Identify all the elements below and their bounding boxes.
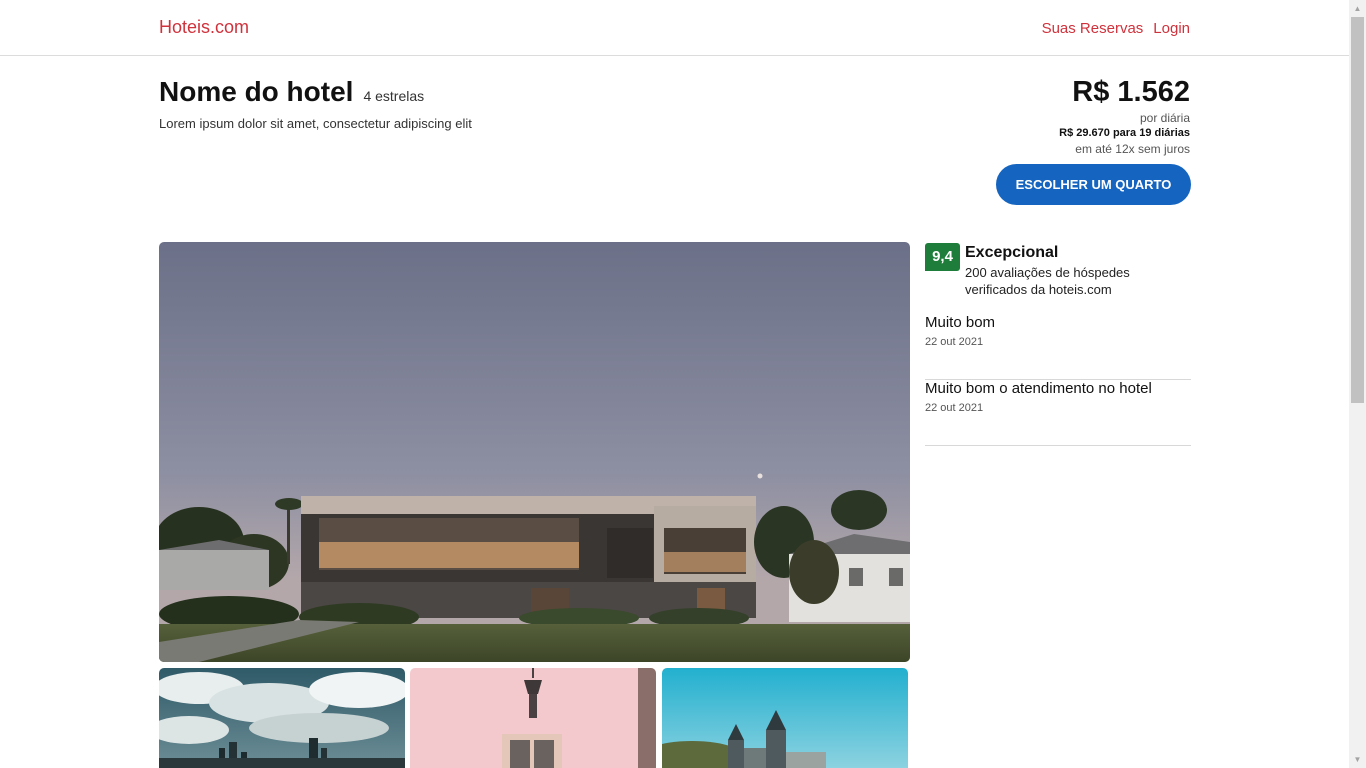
gallery-thumbnail-city[interactable] — [159, 668, 405, 768]
scroll-up-icon[interactable]: ▲ — [1349, 0, 1366, 17]
top-navbar: Hoteis.com Suas Reservas Login — [0, 0, 1349, 56]
hotel-stars: 4 estrelas — [363, 88, 425, 104]
rating-label: Excepcional — [965, 244, 1059, 261]
gallery-thumbnail-wall[interactable] — [410, 668, 656, 768]
rating-score-badge: 9,4 — [925, 243, 960, 271]
nav-reservations-link[interactable]: Suas Reservas — [1042, 20, 1144, 37]
installments-label: em até 12x sem juros — [1075, 142, 1190, 156]
total-price: R$ 29.670 para 19 diárias — [1059, 127, 1190, 139]
gallery-thumbnail-church[interactable] — [662, 668, 908, 768]
review-date: 22 out 2021 — [925, 402, 984, 414]
per-night-label: por diária — [1139, 111, 1190, 125]
choose-room-button[interactable]: ESCOLHER UM QUARTO — [996, 164, 1191, 205]
nav-login-link[interactable]: Login — [1153, 20, 1190, 37]
nightly-price: R$ 1.562 — [1072, 76, 1190, 108]
review-title: Muito bom — [925, 314, 996, 331]
review-item: Muito bom 22 out 2021 — [925, 314, 1191, 380]
review-date: 22 out 2021 — [925, 336, 984, 348]
review-title: Muito bom o atendimento no hotel — [925, 380, 1152, 397]
hotel-name: Nome do hotel — [159, 76, 354, 107]
hotel-description: Lorem ipsum dolor sit amet, consectetur … — [159, 116, 472, 131]
rating-review-count: 200 avaliações de hóspedes verificados d… — [965, 265, 1130, 297]
page-scrollbar[interactable]: ▲ ▼ — [1349, 0, 1366, 768]
scrollbar-thumb[interactable] — [1351, 17, 1364, 403]
review-item: Muito bom o atendimento no hotel 22 out … — [925, 380, 1191, 446]
hotel-header: Nome do hotel 4 estrelas — [159, 76, 424, 108]
price-box: R$ 1.562 por diária R$ 29.670 para 19 di… — [1059, 74, 1190, 158]
brand-logo-link[interactable]: Hoteis.com — [159, 17, 249, 38]
scroll-down-icon[interactable]: ▼ — [1349, 751, 1366, 768]
main-hotel-photo[interactable] — [159, 242, 910, 662]
top-nav-links: Suas Reservas Login — [1042, 20, 1190, 37]
